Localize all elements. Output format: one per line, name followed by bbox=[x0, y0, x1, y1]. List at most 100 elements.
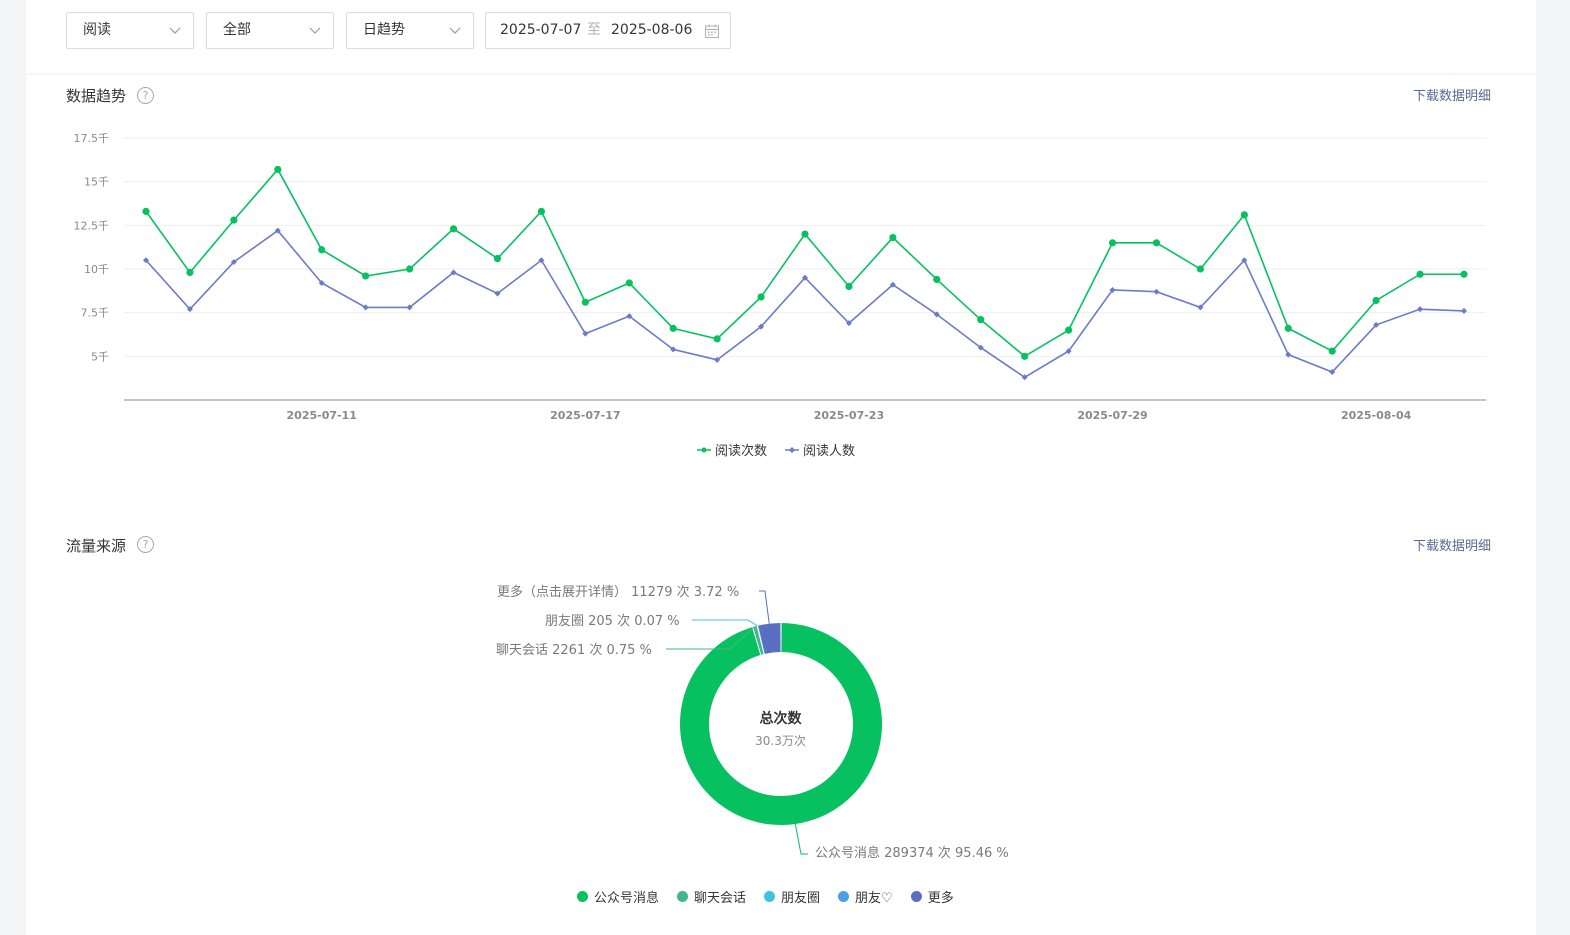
type-select[interactable]: 阅读 bbox=[66, 12, 194, 49]
pie-label-official[interactable]: 公众号消息 289374 次 95.46 % bbox=[815, 842, 1009, 861]
data-point[interactable] bbox=[889, 233, 897, 242]
legend-item-chat[interactable]: 聊天会话 bbox=[677, 887, 746, 906]
legend-dot-icon bbox=[838, 891, 850, 902]
period-select[interactable]: 日趋势 bbox=[346, 12, 474, 49]
data-point[interactable] bbox=[362, 272, 370, 280]
data-point[interactable] bbox=[845, 282, 853, 291]
scope-select-value: 全部 bbox=[223, 22, 251, 38]
date-start[interactable]: 2025-07-07 bbox=[500, 13, 581, 48]
leader-line bbox=[759, 590, 770, 624]
data-point[interactable] bbox=[1152, 239, 1161, 247]
chevron-down-icon bbox=[309, 27, 321, 34]
data-point[interactable] bbox=[493, 254, 502, 263]
donut-center-value: 30.3万次 bbox=[755, 734, 806, 748]
data-point[interactable] bbox=[1021, 352, 1029, 360]
data-point[interactable] bbox=[406, 265, 414, 273]
legend-dot-icon bbox=[764, 891, 776, 902]
series-line-1 bbox=[145, 229, 1465, 379]
traffic-download-link[interactable]: 下载数据明细 bbox=[1413, 535, 1491, 554]
legend-marker-readers-icon bbox=[785, 446, 800, 453]
legend-label: 朋友圈 bbox=[781, 891, 821, 906]
data-point[interactable] bbox=[318, 246, 326, 254]
x-tick-label: 2025-07-11 bbox=[287, 409, 357, 422]
y-tick-label: 5千 bbox=[91, 350, 109, 363]
data-point[interactable] bbox=[713, 335, 721, 343]
date-end[interactable]: 2025-08-06 bbox=[611, 13, 692, 48]
data-point[interactable] bbox=[1196, 265, 1204, 273]
y-tick-label: 17.5千 bbox=[74, 132, 110, 145]
legend-item-more[interactable]: 更多 bbox=[910, 887, 954, 906]
data-point[interactable] bbox=[274, 165, 282, 174]
data-point[interactable] bbox=[1108, 239, 1117, 247]
legend-dot-icon bbox=[910, 891, 922, 902]
data-point[interactable] bbox=[362, 304, 369, 311]
x-tick-label: 2025-07-29 bbox=[1077, 409, 1147, 422]
pie-label-moments[interactable]: 朋友圈 205 次 0.07 % bbox=[545, 610, 680, 629]
traffic-legend: 公众号消息 聊天会话 朋友圈 朋友♡ 更多 bbox=[577, 887, 972, 906]
y-tick-label: 7.5千 bbox=[81, 307, 110, 320]
legend-item-readers[interactable]: 阅读人数 bbox=[785, 440, 855, 459]
date-separator: 至 bbox=[587, 22, 601, 38]
trend-line-chart[interactable]: 5千 7.5千 10千 12.5千 15千 17.5千 2025-07-11 2025-07-… bbox=[0, 120, 1570, 430]
help-icon[interactable]: ? bbox=[137, 87, 154, 104]
date-range-picker[interactable]: 2025-07-07 至 2025-08-06 bbox=[485, 12, 731, 49]
data-point[interactable] bbox=[1240, 211, 1248, 219]
legend-item-official[interactable]: 公众号消息 bbox=[577, 887, 659, 906]
calendar-icon[interactable] bbox=[704, 23, 720, 39]
data-point[interactable] bbox=[625, 279, 633, 287]
scope-select[interactable]: 全部 bbox=[206, 12, 334, 49]
y-tick-label: 10千 bbox=[84, 263, 109, 276]
pie-label-more[interactable]: 更多（点击展开详情） 11279 次 3.72 % bbox=[497, 581, 739, 600]
data-point[interactable] bbox=[1065, 326, 1073, 334]
y-tick-label: 12.5千 bbox=[74, 219, 110, 232]
x-tick-label: 2025-08-04 bbox=[1341, 409, 1412, 422]
data-point[interactable] bbox=[449, 225, 458, 233]
y-tick-label: 15千 bbox=[84, 176, 109, 189]
donut-center-title: 总次数 bbox=[759, 711, 802, 727]
legend-label: 公众号消息 bbox=[594, 891, 660, 906]
legend-label: 朋友♡ bbox=[855, 891, 893, 906]
data-point[interactable] bbox=[1460, 270, 1468, 278]
x-tick-label: 2025-07-17 bbox=[550, 409, 620, 422]
data-point[interactable] bbox=[537, 207, 546, 215]
chevron-down-icon bbox=[449, 27, 461, 34]
data-point[interactable] bbox=[757, 293, 765, 301]
data-point[interactable] bbox=[1417, 306, 1424, 313]
data-point[interactable] bbox=[669, 324, 677, 332]
data-point[interactable] bbox=[186, 268, 194, 277]
pie-label-chat[interactable]: 聊天会话 2261 次 0.75 % bbox=[496, 639, 652, 658]
legend-item-reads[interactable]: 阅读次数 bbox=[697, 440, 767, 459]
trend-section-title: 数据趋势 bbox=[66, 87, 127, 105]
chevron-down-icon bbox=[169, 27, 181, 34]
data-point[interactable] bbox=[801, 230, 809, 238]
legend-label-reads: 阅读次数 bbox=[715, 444, 768, 459]
data-point[interactable] bbox=[977, 316, 985, 324]
help-icon[interactable]: ? bbox=[137, 536, 154, 553]
legend-dot-icon bbox=[577, 891, 588, 902]
legend-item-moments[interactable]: 朋友圈 bbox=[764, 887, 820, 906]
type-select-value: 阅读 bbox=[83, 22, 111, 38]
data-point[interactable] bbox=[581, 298, 589, 306]
traffic-section-title: 流量来源 bbox=[66, 537, 127, 555]
data-point[interactable] bbox=[1416, 270, 1424, 278]
legend-label-readers: 阅读人数 bbox=[803, 444, 856, 459]
trend-legend: 阅读次数 阅读人数 bbox=[697, 440, 873, 459]
data-point[interactable] bbox=[933, 275, 941, 284]
data-point[interactable] bbox=[1372, 296, 1380, 305]
data-point[interactable] bbox=[1328, 347, 1336, 355]
data-point[interactable] bbox=[1284, 324, 1292, 332]
series-line-0 bbox=[145, 168, 1464, 358]
x-tick-label: 2025-07-23 bbox=[814, 409, 884, 422]
data-point[interactable] bbox=[1153, 288, 1160, 295]
leader-line bbox=[794, 823, 808, 855]
data-point[interactable] bbox=[230, 216, 238, 224]
leader-line bbox=[692, 619, 758, 627]
legend-marker-reads-icon bbox=[697, 447, 711, 452]
data-point[interactable] bbox=[142, 207, 150, 215]
legend-item-friends[interactable]: 朋友♡ bbox=[838, 887, 893, 906]
legend-dot-icon bbox=[677, 891, 689, 902]
legend-label: 聊天会话 bbox=[694, 891, 747, 906]
legend-label: 更多 bbox=[927, 891, 954, 906]
trend-download-link[interactable]: 下载数据明细 bbox=[1413, 85, 1491, 104]
period-select-value: 日趋势 bbox=[363, 22, 405, 38]
